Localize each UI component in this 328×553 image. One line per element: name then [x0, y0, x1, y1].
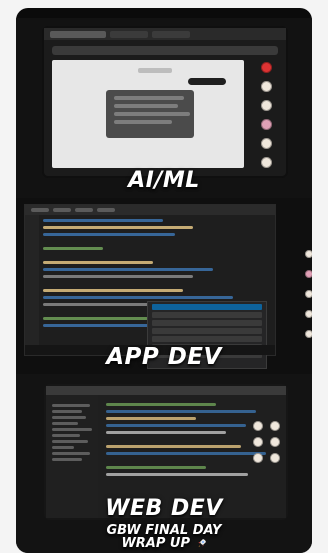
menu-item[interactable] — [97, 208, 115, 212]
autocomplete-item[interactable] — [152, 336, 262, 342]
code-line — [43, 317, 148, 320]
avatar — [260, 100, 272, 111]
avatar — [260, 62, 272, 73]
avatar — [260, 138, 272, 149]
monitor-screen — [42, 26, 288, 178]
code-line — [106, 403, 216, 406]
code-line — [43, 268, 213, 271]
avatar — [305, 290, 312, 298]
text-line — [114, 120, 172, 124]
text-line — [114, 112, 190, 116]
editor-menu — [25, 205, 275, 215]
address-bar[interactable] — [52, 46, 278, 55]
tree-item[interactable] — [52, 428, 92, 431]
code-editor — [24, 204, 276, 369]
avatar — [252, 453, 263, 463]
autocomplete-item[interactable] — [152, 320, 262, 326]
ide-top-bar — [46, 386, 286, 395]
menu-item[interactable] — [31, 208, 49, 212]
code-line — [43, 296, 233, 299]
footer-line2: WRAP UP — [16, 537, 312, 550]
code-line — [43, 219, 163, 222]
section-ai-ml: AI/ML — [16, 18, 312, 198]
avatar — [252, 437, 263, 447]
browser-tabs — [44, 28, 286, 40]
code-line — [106, 424, 246, 427]
avatar — [305, 270, 312, 278]
code-line — [106, 445, 241, 448]
autocomplete-item[interactable] — [152, 328, 262, 334]
code-line — [43, 233, 175, 236]
code-line — [43, 275, 193, 278]
code-line — [43, 289, 183, 292]
tree-item[interactable] — [52, 404, 90, 407]
side-avatars — [254, 62, 278, 168]
avatar — [269, 421, 280, 431]
tree-item[interactable] — [52, 452, 90, 455]
section-title: AI/ML — [128, 168, 200, 193]
tree-item[interactable] — [52, 416, 86, 419]
autocomplete-item[interactable] — [152, 312, 262, 318]
avatar — [305, 310, 312, 318]
code-line — [106, 431, 226, 434]
avatar — [269, 453, 280, 463]
code-line — [43, 247, 103, 250]
web-page — [52, 60, 244, 168]
code-line — [43, 261, 153, 264]
tree-item[interactable] — [52, 434, 80, 437]
avatar — [305, 250, 312, 258]
avatar — [260, 119, 272, 130]
avatar — [260, 157, 272, 168]
text-line — [114, 96, 184, 100]
collage-card: AI/ML APP DEV WEB DEV GBW FINAL DAY WRAP… — [16, 8, 312, 553]
avatar — [305, 330, 312, 338]
tree-item[interactable] — [52, 410, 82, 413]
footer-line2-text: WRAP UP — [121, 536, 191, 551]
section-web-dev: WEB DEV GBW FINAL DAY WRAP UP — [16, 374, 312, 553]
code-line — [106, 410, 256, 413]
activity-bar — [25, 215, 39, 355]
autocomplete-item[interactable] — [152, 304, 262, 310]
side-avatars — [252, 421, 280, 463]
menu-item[interactable] — [53, 208, 71, 212]
rocket-icon — [197, 538, 207, 548]
page-button[interactable] — [188, 78, 226, 85]
browser-tab[interactable] — [152, 30, 190, 38]
section-app-dev: APP DEV — [16, 198, 312, 374]
tree-item[interactable] — [52, 440, 88, 443]
file-tree — [52, 401, 94, 464]
avatar — [252, 421, 263, 431]
code-line — [106, 417, 196, 420]
code-line — [106, 473, 248, 476]
section-title: WEB DEV — [105, 496, 223, 521]
tree-item[interactable] — [52, 446, 74, 449]
browser-tab[interactable] — [110, 30, 148, 38]
code-line — [106, 452, 266, 455]
code-line — [106, 466, 206, 469]
code-line — [43, 226, 193, 229]
browser-tab[interactable] — [50, 30, 106, 38]
tree-item[interactable] — [52, 422, 78, 425]
tree-item[interactable] — [52, 458, 82, 461]
right-participants — [304, 250, 312, 338]
section-title: APP DEV — [106, 344, 222, 370]
footer-caption: GBW FINAL DAY WRAP UP — [16, 524, 312, 550]
page-header — [138, 68, 172, 73]
avatar — [269, 437, 280, 447]
avatar — [260, 81, 272, 92]
menu-item[interactable] — [75, 208, 93, 212]
text-line — [114, 104, 178, 108]
